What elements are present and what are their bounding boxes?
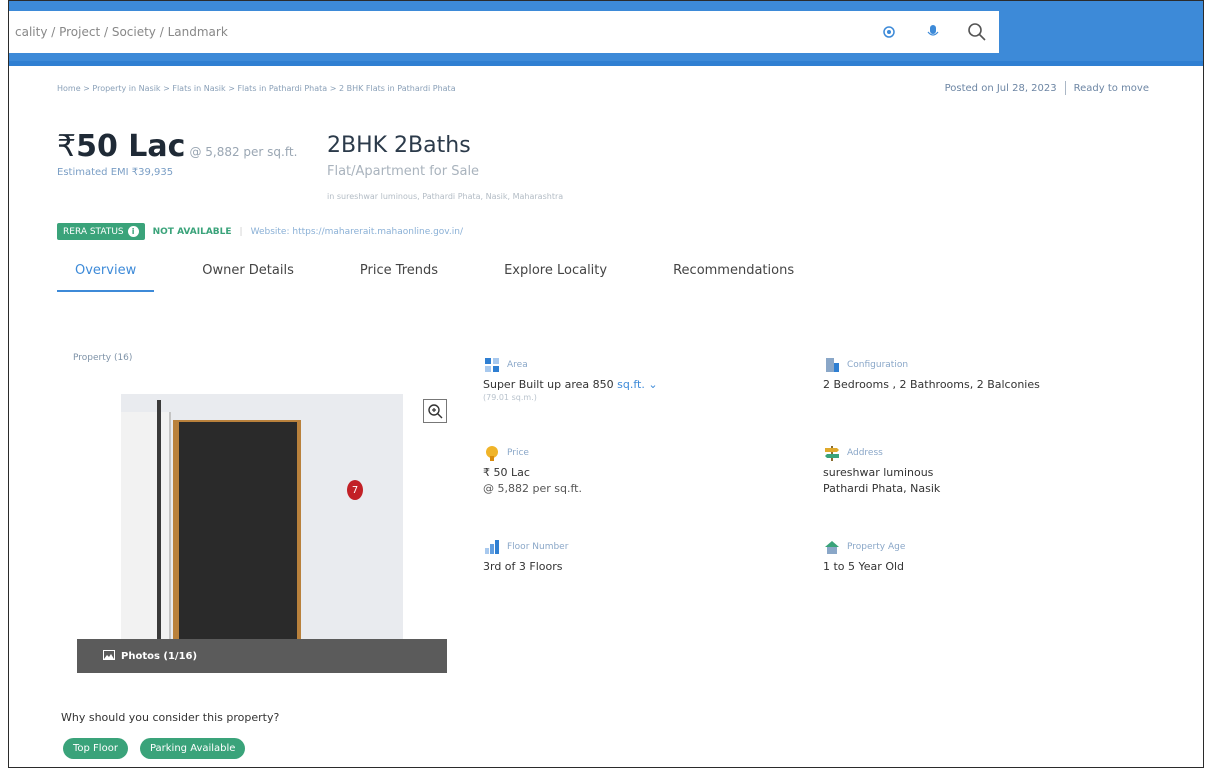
tab-price-trends[interactable]: Price Trends [342, 259, 456, 292]
detail-address-label: Address [823, 444, 940, 462]
listing-address: in sureshwar luminous, Pathardi Phata, N… [327, 192, 564, 201]
search-bar[interactable]: cality / Project / Society / Landmark [9, 11, 999, 53]
age-label-text: Property Age [847, 542, 906, 552]
tab-owner-details[interactable]: Owner Details [184, 259, 312, 292]
photos-count-bar[interactable]: Photos (1/16) [77, 639, 447, 673]
detail-area-label: Area [483, 356, 658, 374]
breadcrumb[interactable]: Home > Property in Nasik > Flats in Nasi… [57, 84, 456, 93]
floor-value: 3rd of 3 Floors [483, 560, 563, 573]
price-label-text: Price [507, 448, 529, 458]
area-label-text: Area [507, 360, 528, 370]
posted-info: Posted on Jul 28, 2023 Ready to move [945, 81, 1149, 95]
house-icon [825, 541, 839, 554]
price-value: ₹ 50 Lac [483, 466, 530, 479]
page-frame: cality / Project / Society / Landmark Ho… [8, 0, 1204, 768]
address-line2: Pathardi Phata, Nasik [823, 481, 941, 495]
price-tag-icon [486, 446, 498, 461]
rera-status: NOT AVAILABLE [152, 226, 232, 237]
detail-address: Address sureshwar luminous Pathardi Phat… [823, 444, 940, 497]
floor-icon [485, 540, 499, 554]
detail-floor: Floor Number 3rd of 3 Floors [483, 538, 568, 575]
door-number-sticker: 7 [347, 480, 363, 500]
divider [1064, 81, 1066, 95]
listing-subtitle: Flat/Apartment for Sale [327, 164, 480, 179]
area-icon [485, 358, 499, 372]
floor-label-text: Floor Number [507, 542, 569, 552]
pole [157, 400, 161, 639]
divider: | [239, 226, 243, 237]
detail-area: Area Super Built up area 850 sq.ft. ⌄ (7… [483, 356, 658, 402]
tab-bar: Overview Owner Details Price Trends Expl… [57, 259, 842, 292]
estimated-emi[interactable]: Estimated EMI ₹39,935 [57, 167, 173, 178]
image-icon [103, 649, 115, 663]
building-icon [826, 358, 839, 372]
area-value-row: Super Built up area 850 sq.ft. ⌄ [483, 377, 658, 393]
area-unit-dropdown[interactable]: sq.ft. ⌄ [617, 378, 657, 391]
rera-website-link[interactable]: Website: https://maharerait.mahaonline.g… [251, 227, 463, 237]
signpost-icon [825, 446, 839, 461]
detail-age-label: Property Age [823, 538, 905, 556]
rera-label: RERA STATUS [63, 226, 124, 237]
chevron-down-icon: ⌄ [648, 378, 658, 391]
listing-title: 2BHK 2Baths [327, 133, 471, 158]
mic-icon[interactable] [921, 20, 945, 44]
zoom-in-icon[interactable] [423, 399, 447, 423]
price-per-sqft: @ 5,882 per sq.ft. [189, 145, 298, 159]
detail-price-label: Price [483, 444, 582, 462]
currency-symbol: ₹ [57, 129, 77, 164]
search-input[interactable]: cality / Project / Society / Landmark [15, 25, 867, 39]
top-bar: cality / Project / Society / Landmark [9, 1, 1203, 61]
detail-property-age: Property Age 1 to 5 Year Old [823, 538, 905, 575]
detail-configuration-label: Configuration [823, 356, 1040, 374]
chip-parking-available[interactable]: Parking Available [139, 738, 246, 759]
tab-recommendations[interactable]: Recommendations [655, 259, 812, 292]
tab-explore-locality[interactable]: Explore Locality [486, 259, 625, 292]
address-label-text: Address [847, 448, 883, 458]
header-divider [9, 61, 1203, 66]
info-icon[interactable]: i [127, 226, 139, 237]
rera-row: RERA STATUS i NOT AVAILABLE | Website: h… [57, 223, 463, 240]
why-consider-heading: Why should you consider this property? [61, 711, 280, 724]
posted-date: Posted on Jul 28, 2023 [944, 82, 1057, 94]
price-block: ₹50 Lac @ 5,882 per sq.ft. [57, 129, 297, 164]
configuration-value: 2 Bedrooms , 2 Bathrooms, 2 Balconies [823, 378, 1040, 391]
area-value: Super Built up area 850 [483, 378, 614, 391]
detail-price: Price ₹ 50 Lac @ 5,882 per sq.ft. [483, 444, 582, 497]
door [179, 422, 297, 639]
property-photo[interactable]: 7 [121, 394, 403, 639]
locate-icon[interactable] [877, 20, 901, 44]
detail-floor-label: Floor Number [483, 538, 568, 556]
address-line1: sureshwar luminous [823, 466, 934, 479]
configuration-label-text: Configuration [847, 360, 909, 370]
area-sqm: (79.01 sq.m.) [483, 392, 537, 402]
window-grill [121, 412, 171, 639]
price-amount: 50 Lac [76, 129, 186, 164]
possession-status: Ready to move [1073, 82, 1149, 94]
age-value: 1 to 5 Year Old [823, 560, 905, 573]
area-unit: sq.ft. [617, 378, 645, 391]
highlight-chips: Top Floor Parking Available [63, 738, 246, 759]
rera-badge: RERA STATUS i [57, 223, 145, 240]
chip-top-floor[interactable]: Top Floor [63, 738, 128, 759]
gallery-label: Property (16) [73, 353, 133, 363]
tab-overview[interactable]: Overview [57, 259, 155, 292]
search-icon[interactable] [965, 20, 989, 44]
photos-count: Photos (1/16) [121, 650, 198, 662]
detail-configuration: Configuration 2 Bedrooms , 2 Bathrooms, … [823, 356, 1040, 393]
price-per-sqft-value: @ 5,882 per sq.ft. [483, 481, 582, 495]
